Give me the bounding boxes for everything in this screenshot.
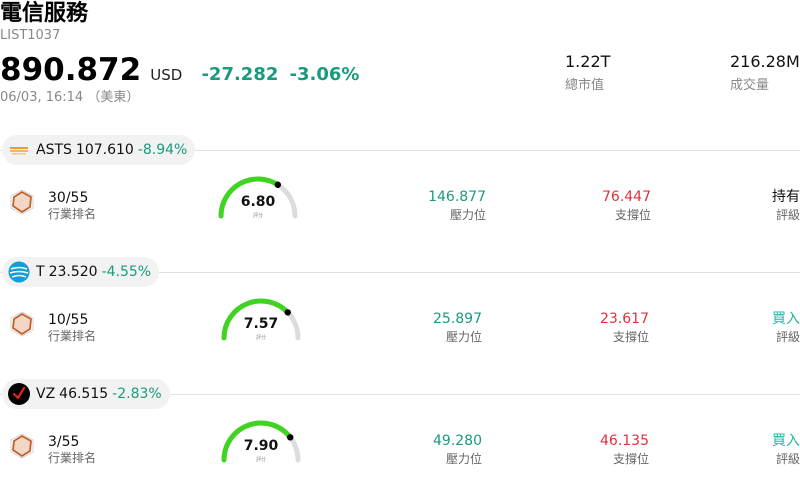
- resistance-label: 壓力位: [449, 208, 486, 222]
- support-value: 76.447: [602, 189, 651, 205]
- score-value: 7.90: [244, 438, 279, 454]
- score-label: 評分: [256, 334, 266, 341]
- stock-price: 107.610: [75, 142, 134, 158]
- price-row: 890.872 USD -27.282 -3.06%: [0, 52, 359, 92]
- stock-change-pct: -8.94%: [137, 142, 188, 158]
- industry-rank-label: 行業排名: [48, 207, 97, 221]
- industry-rank-icon: [10, 311, 34, 337]
- resistance-metric: 25.897 壓力位: [402, 310, 482, 345]
- stock-price: 46.515: [59, 386, 109, 402]
- industry-rank-value: 30/55: [48, 190, 89, 206]
- score-label: 評分: [256, 456, 266, 463]
- support-value: 23.617: [600, 311, 649, 327]
- industry-rank-label: 行業排名: [48, 329, 97, 343]
- stock-section-t: T 23.520 -4.55% 10/55 行業排名 7.57 評分 25.89…: [0, 256, 800, 378]
- index-price: 890.872: [0, 52, 142, 88]
- price-change: -27.282: [201, 64, 279, 85]
- stock-pill[interactable]: T 23.520 -4.55%: [2, 257, 160, 287]
- support-label: 支撐位: [612, 330, 649, 344]
- support-metric: 23.617 支撐位: [569, 310, 649, 345]
- rating-metric[interactable]: 買入 評級: [720, 432, 800, 467]
- resistance-metric: 49.280 壓力位: [402, 432, 482, 467]
- score-gauge: 7.57 評分: [221, 298, 301, 341]
- support-value: 46.135: [600, 433, 649, 449]
- stock-pill[interactable]: VZ 46.515 -2.83%: [2, 379, 170, 409]
- rating-value: 持有: [772, 189, 800, 205]
- stock-ticker: T: [36, 264, 45, 280]
- rating-value: 買入: [772, 311, 800, 327]
- stock-ticker: ASTS: [36, 142, 72, 158]
- score-label: 評分: [253, 212, 263, 219]
- index-code: LIST1037: [0, 28, 61, 43]
- resistance-value: 25.897: [433, 311, 482, 327]
- resistance-metric: 146.877 壓力位: [406, 188, 486, 223]
- support-metric: 46.135 支撐位: [569, 432, 649, 467]
- industry-rank-label: 行業排名: [48, 451, 97, 465]
- price-change-pct: -3.06%: [289, 64, 360, 85]
- resistance-value: 146.877: [428, 189, 486, 205]
- stock-ticker: VZ: [36, 386, 56, 402]
- rating-label: 評級: [775, 330, 800, 344]
- market-cap-stat: 1.22T 總市值: [565, 52, 610, 94]
- gauge-marker: [284, 309, 291, 316]
- stock-section-vz: VZ 46.515 -2.83% 3/55 行業排名 7.90 評分 49.28…: [0, 378, 800, 488]
- volume-value: 216.28M: [730, 52, 800, 71]
- page-title: 電信服務: [0, 1, 89, 26]
- stock-change-pct: -4.55%: [101, 264, 152, 280]
- industry-rank-value: 10/55: [48, 312, 89, 328]
- rating-value: 買入: [772, 433, 800, 449]
- support-metric: 76.447 支撐位: [571, 188, 651, 223]
- support-label: 支撐位: [612, 452, 649, 466]
- score-gauge: 6.80 評分: [218, 176, 298, 219]
- score-value: 6.80: [241, 194, 276, 210]
- company-logo-icon: [8, 139, 30, 161]
- currency: USD: [150, 66, 183, 84]
- stock-pill[interactable]: ASTS 107.610 -8.94%: [2, 135, 196, 165]
- stock-price: 23.520: [48, 264, 98, 280]
- market-cap-value: 1.22T: [565, 52, 611, 71]
- support-label: 支撐位: [614, 208, 651, 222]
- score-gauge: 7.90 評分: [221, 420, 301, 463]
- volume-stat: 216.28M 成交量: [730, 52, 800, 94]
- industry-rank-icon: [10, 433, 34, 459]
- timestamp: 06/03, 16:14 （美東）: [0, 90, 140, 105]
- stock-section-asts: ASTS 107.610 -8.94% 30/55 行業排名 6.80 評分 1…: [0, 134, 800, 256]
- resistance-label: 壓力位: [445, 330, 482, 344]
- gauge-marker: [287, 434, 294, 441]
- company-logo-icon: [8, 261, 30, 283]
- company-logo-icon: [8, 383, 30, 405]
- rating-metric[interactable]: 買入 評級: [720, 310, 800, 345]
- resistance-label: 壓力位: [445, 452, 482, 466]
- industry-rank-icon: [10, 189, 34, 215]
- rating-metric[interactable]: 持有 評級: [720, 188, 800, 223]
- industry-rank-value: 3/55: [48, 434, 80, 450]
- resistance-value: 49.280: [433, 433, 482, 449]
- market-cap-label: 總市值: [565, 78, 605, 93]
- gauge-marker: [274, 181, 282, 188]
- rating-label: 評級: [775, 452, 800, 466]
- rating-label: 評級: [775, 208, 800, 222]
- stock-change-pct: -2.83%: [112, 386, 162, 402]
- score-value: 7.57: [244, 316, 279, 332]
- volume-label: 成交量: [730, 78, 770, 93]
